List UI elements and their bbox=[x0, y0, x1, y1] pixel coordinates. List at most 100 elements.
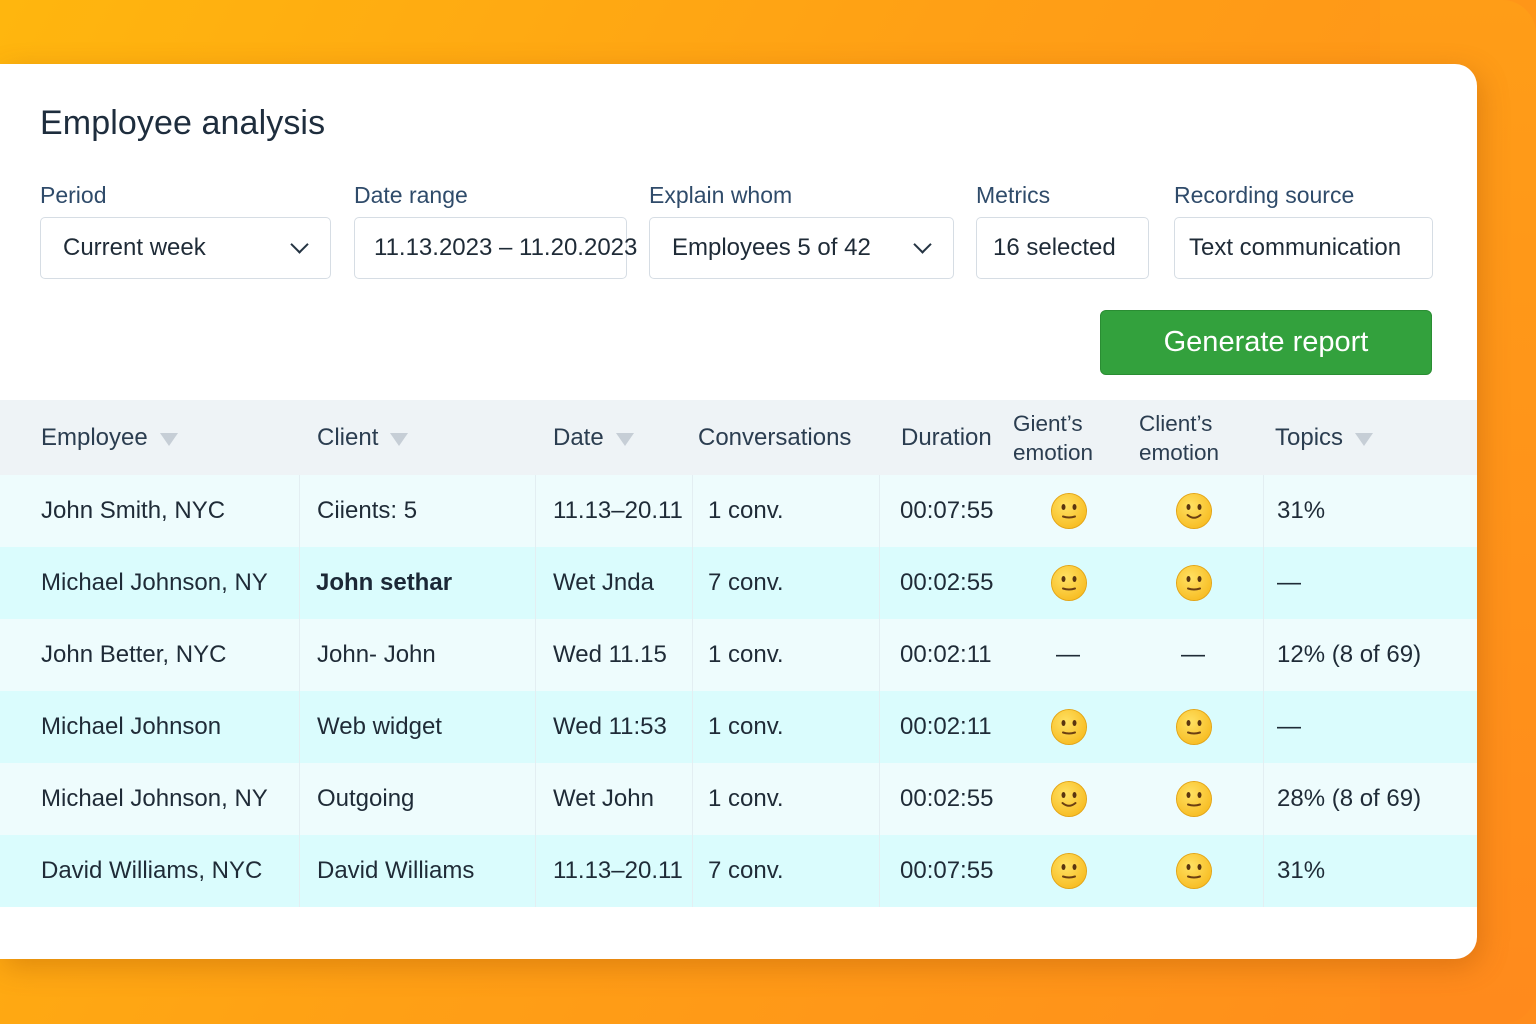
cell-employee: David Williams, NYC bbox=[41, 857, 263, 884]
column-header-employee[interactable]: Employee bbox=[41, 400, 178, 475]
column-divider bbox=[692, 475, 693, 907]
table-header: Employee Client Date Conversations Durat… bbox=[0, 400, 1477, 475]
cell-date: 11.13–20.11 bbox=[553, 497, 683, 524]
table-row[interactable]: Michael Johnson, NY Outgoing Wet John 1 con… bbox=[0, 763, 1477, 835]
column-header-label: Topics bbox=[1275, 423, 1344, 451]
cell-date: Wet John bbox=[553, 785, 654, 812]
period-value: Current week bbox=[63, 234, 206, 261]
table-row[interactable]: John Smith, NYC Ciients: 5 11.13–20.11 1 co… bbox=[0, 475, 1477, 547]
table-body: John Smith, NYC Ciients: 5 11.13–20.11 1 co… bbox=[0, 475, 1477, 907]
neutral-face-icon bbox=[1050, 708, 1088, 746]
date-range-value: 11.13.2023 – 11.20.2023 bbox=[374, 234, 638, 261]
sort-down-icon[interactable] bbox=[1355, 432, 1374, 446]
recording-source-select[interactable]: Text communication bbox=[1174, 217, 1433, 279]
cell-duration: 00:02:55 bbox=[900, 785, 994, 812]
neutral-face-icon bbox=[1175, 708, 1213, 746]
cell-client: John sethar bbox=[316, 569, 453, 596]
date-range-input[interactable]: 11.13.2023 – 11.20.2023 bbox=[354, 217, 637, 279]
cell-client: Ciients: 5 bbox=[317, 497, 418, 524]
slightly-smiling-face-icon bbox=[1175, 492, 1213, 530]
neutral-face-icon bbox=[1175, 852, 1213, 890]
table-row[interactable]: Michael Johnson Web widget Wed 11:53 1 conv… bbox=[0, 691, 1477, 763]
column-divider bbox=[879, 475, 880, 907]
column-header-date[interactable]: Date bbox=[553, 400, 634, 475]
cell-client: Outgoing bbox=[317, 785, 415, 812]
column-header-topics[interactable]: Topics bbox=[1275, 400, 1374, 475]
column-header-label: emotion bbox=[1139, 439, 1220, 465]
cell-topics: — bbox=[1277, 713, 1301, 740]
column-header-conversations: Conversations bbox=[698, 400, 851, 475]
cell-date: 11.13–20.11 bbox=[553, 857, 683, 884]
cell-topics: 12% (8 of 69) bbox=[1277, 641, 1422, 668]
cell-client: John- John bbox=[317, 641, 436, 668]
cell-agent_emotion: — bbox=[1056, 641, 1080, 668]
cell-conversations: 7 conv. bbox=[708, 857, 784, 884]
date-range-label: Date range bbox=[354, 182, 468, 208]
cell-duration: 00:02:11 bbox=[900, 641, 992, 668]
column-header-label: Date bbox=[553, 423, 604, 451]
page-title: Employee analysis bbox=[40, 104, 326, 142]
table-row[interactable]: John Better, NYC John- John Wed 11.15 1 con… bbox=[0, 619, 1477, 691]
column-divider bbox=[299, 475, 300, 907]
cell-topics: 31% bbox=[1277, 497, 1326, 524]
cell-duration: 00:02:11 bbox=[900, 713, 992, 740]
explain-whom-select[interactable]: Employees 5 of 42 bbox=[649, 217, 954, 279]
cell-duration: 00:07:55 bbox=[900, 857, 994, 884]
employee-analysis-panel: Employee analysis Period Current week Da… bbox=[0, 64, 1477, 959]
neutral-face-icon bbox=[1050, 852, 1088, 890]
neutral-face-icon bbox=[1050, 492, 1088, 530]
employee-table: Employee Client Date Conversations Durat… bbox=[0, 400, 1477, 907]
recording-source-value: Text communication bbox=[1189, 234, 1402, 261]
metrics-label: Metrics bbox=[976, 182, 1051, 208]
sort-down-icon[interactable] bbox=[615, 432, 634, 446]
metrics-select[interactable]: 16 selected bbox=[976, 217, 1149, 279]
column-header-client[interactable]: Client bbox=[317, 400, 409, 475]
cell-conversations: 1 conv. bbox=[708, 713, 784, 740]
column-header-label: emotion bbox=[1013, 439, 1094, 465]
cell-client_emotion: — bbox=[1181, 641, 1205, 668]
cell-conversations: 1 conv. bbox=[708, 497, 784, 524]
sort-down-icon[interactable] bbox=[159, 432, 178, 446]
cell-employee: John Better, NYC bbox=[41, 641, 227, 668]
column-header-agent-emotion: Gient’s emotion bbox=[1013, 400, 1093, 475]
sort-down-icon[interactable] bbox=[390, 432, 409, 446]
generate-report-button[interactable]: Generate report bbox=[1100, 310, 1432, 375]
column-header-label: Gient’s bbox=[1013, 410, 1083, 436]
cell-employee: John Smith, NYC bbox=[41, 497, 226, 524]
cell-employee: Michael Johnson bbox=[41, 713, 222, 740]
slightly-smiling-face-icon bbox=[1050, 780, 1088, 818]
column-header-duration: Duration bbox=[901, 400, 992, 475]
cell-date: Wed 11.15 bbox=[553, 641, 667, 668]
neutral-face-icon bbox=[1050, 564, 1088, 602]
table-row[interactable]: Michael Johnson, NY John sethar Wet Jnda 7 … bbox=[0, 547, 1477, 619]
cell-topics: 31% bbox=[1277, 857, 1326, 884]
cell-conversations: 1 conv. bbox=[708, 641, 784, 668]
cell-client: David Williams bbox=[317, 857, 475, 884]
cell-topics: 28% (8 of 69) bbox=[1277, 785, 1422, 812]
column-divider bbox=[1263, 475, 1264, 907]
cell-conversations: 7 conv. bbox=[708, 569, 784, 596]
cell-date: Wed 11:53 bbox=[553, 713, 667, 740]
period-label: Period bbox=[40, 182, 107, 208]
cell-conversations: 1 conv. bbox=[708, 785, 784, 812]
metrics-value: 16 selected bbox=[993, 234, 1116, 261]
cell-date: Wet Jnda bbox=[553, 569, 654, 596]
table-row[interactable]: David Williams, NYC David Williams 11.13–2… bbox=[0, 835, 1477, 907]
cell-employee: Michael Johnson, NY bbox=[41, 569, 268, 596]
neutral-face-icon bbox=[1175, 780, 1213, 818]
cell-duration: 00:02:55 bbox=[900, 569, 994, 596]
explain-whom-value: Employees 5 of 42 bbox=[672, 234, 871, 261]
column-header-label: Employee bbox=[41, 423, 148, 451]
period-select[interactable]: Current week bbox=[40, 217, 331, 279]
recording-source-label: Recording source bbox=[1174, 182, 1355, 208]
cell-client: Web widget bbox=[317, 713, 442, 740]
cell-duration: 00:07:55 bbox=[900, 497, 994, 524]
column-header-label: Duration bbox=[901, 423, 992, 451]
column-divider bbox=[535, 475, 536, 907]
chevron-down-icon bbox=[290, 234, 309, 254]
cell-employee: Michael Johnson, NY bbox=[41, 785, 268, 812]
column-header-client-emotion: Client’s emotion bbox=[1139, 400, 1219, 475]
column-header-label: Client bbox=[317, 423, 379, 451]
cell-topics: — bbox=[1277, 569, 1301, 596]
neutral-face-icon bbox=[1175, 564, 1213, 602]
